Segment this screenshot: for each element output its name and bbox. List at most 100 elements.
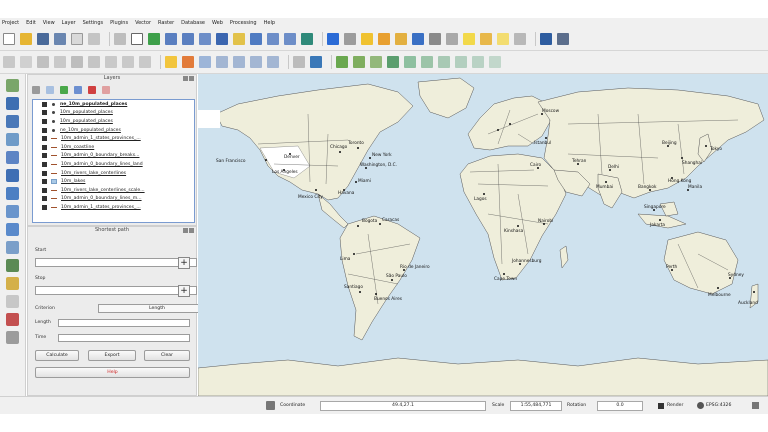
pan-to-selection-icon[interactable] xyxy=(148,32,160,45)
layer-item[interactable]: 10m_admin_0_boundary_breaks... xyxy=(33,152,194,161)
calculate-button[interactable]: Calculate xyxy=(35,350,79,361)
show-bookmarks-icon[interactable] xyxy=(497,32,509,45)
zoom-scale-icon[interactable] xyxy=(199,32,211,45)
measure-icon[interactable] xyxy=(446,32,458,45)
layer-item[interactable]: 10m_coastline xyxy=(33,143,194,152)
layer-item[interactable]: 10m_populated_places xyxy=(33,117,194,126)
show-hide-labels-icon[interactable] xyxy=(267,56,279,68)
add-virtual-layer-icon[interactable] xyxy=(6,295,19,308)
python-plugin-icon[interactable] xyxy=(310,56,322,68)
menu-view[interactable]: View xyxy=(43,20,55,26)
close-panel-icon[interactable] xyxy=(189,228,194,233)
zoom-in-icon[interactable] xyxy=(165,32,177,45)
deselect-icon[interactable] xyxy=(395,32,407,45)
identify-icon[interactable] xyxy=(327,32,339,45)
layer-visibility-checkbox[interactable] xyxy=(42,179,47,185)
layer-visibility-checkbox[interactable] xyxy=(42,170,47,176)
menu-raster[interactable]: Raster xyxy=(158,20,174,26)
new-print-layout-icon[interactable] xyxy=(71,32,83,45)
network-tool-3-icon[interactable] xyxy=(370,56,382,68)
menu-database[interactable]: Database xyxy=(181,20,205,26)
select-features-icon[interactable] xyxy=(361,32,373,45)
menu-settings[interactable]: Settings xyxy=(83,20,104,26)
add-gps-icon[interactable] xyxy=(6,313,19,326)
add-wfs-layer-icon[interactable] xyxy=(6,331,19,344)
map-tips-icon[interactable] xyxy=(463,32,475,45)
collapse-all-icon[interactable] xyxy=(88,85,96,94)
network-tool-4-icon[interactable] xyxy=(387,56,399,68)
node-tool-icon[interactable] xyxy=(88,56,100,68)
menu-edit[interactable]: Edit xyxy=(26,20,36,26)
layer-item[interactable]: 10m_rivers_lake_centerlines_scale... xyxy=(33,186,194,195)
layout-manager-icon[interactable] xyxy=(88,32,100,45)
menu-web[interactable]: Web xyxy=(212,20,223,26)
zoom-selection-icon[interactable] xyxy=(233,32,245,45)
zoom-next-icon[interactable] xyxy=(284,32,296,45)
expand-all-icon[interactable] xyxy=(74,85,82,94)
rotate-label-icon[interactable] xyxy=(233,56,245,68)
layer-visibility-checkbox[interactable] xyxy=(42,187,47,193)
menu-plugins[interactable]: Plugins xyxy=(110,20,128,26)
python-console-icon[interactable] xyxy=(540,32,552,45)
layer-item[interactable]: 10m_admin_0_boundary_lines_m... xyxy=(33,195,194,204)
network-tool-2-icon[interactable] xyxy=(353,56,365,68)
rotation-field[interactable]: 0.0 xyxy=(597,401,643,411)
layer-item[interactable]: ne_10m_populated_places xyxy=(33,126,194,135)
menu-processing[interactable]: Processing xyxy=(230,20,257,26)
open-styling-icon[interactable] xyxy=(32,85,40,94)
add-oracle-icon[interactable] xyxy=(6,169,19,182)
add-mssql-icon[interactable] xyxy=(6,151,19,164)
layer-visibility-checkbox[interactable] xyxy=(42,127,47,133)
zoom-last-icon[interactable] xyxy=(267,32,279,45)
add-vector-icon[interactable] xyxy=(6,79,19,92)
highlight-labels-icon[interactable] xyxy=(199,56,211,68)
add-delimited-text-icon[interactable] xyxy=(6,241,19,254)
new-project-icon[interactable] xyxy=(3,32,15,45)
float-panel-icon[interactable] xyxy=(183,228,188,233)
layer-item[interactable]: 10m_admin_1_states_provinces_... xyxy=(33,134,194,143)
crs-globe-icon[interactable] xyxy=(697,402,704,409)
crs-label[interactable]: EPSG:4326 xyxy=(706,403,731,408)
new-spatialite-layer-icon[interactable] xyxy=(6,277,19,290)
network-tool-7-icon[interactable] xyxy=(438,56,450,68)
close-panel-icon[interactable] xyxy=(189,76,194,81)
run-feature-action-icon[interactable] xyxy=(344,32,356,45)
layer-item[interactable]: 10m_admin_0_boundary_lines_land xyxy=(33,160,194,169)
network-tool-1-icon[interactable] xyxy=(336,56,348,68)
copy-features-icon[interactable] xyxy=(139,56,151,68)
move-feature-icon[interactable] xyxy=(71,56,83,68)
add-spatialite-icon[interactable] xyxy=(6,133,19,146)
text-annotation-icon[interactable] xyxy=(514,32,526,45)
world-map[interactable]: San Francisco Denver Los Angeles Chicago… xyxy=(198,74,768,396)
select-by-value-icon[interactable] xyxy=(378,32,390,45)
save-edits-icon[interactable] xyxy=(37,56,49,68)
help-button[interactable]: Help xyxy=(35,367,190,378)
layer-visibility-checkbox[interactable] xyxy=(42,110,47,116)
new-shapefile-icon[interactable] xyxy=(6,259,19,272)
layer-item[interactable]: 10m_admin_1_states_provinces_... xyxy=(33,203,194,212)
add-raster-icon[interactable] xyxy=(6,97,19,110)
add-vector-layer-icon[interactable] xyxy=(293,56,305,68)
help-pointer-icon[interactable] xyxy=(557,32,569,45)
clear-button[interactable]: Clear xyxy=(144,350,190,361)
length-value-field[interactable] xyxy=(58,319,190,327)
layer-visibility-checkbox[interactable] xyxy=(42,196,47,202)
capture-stop-button[interactable]: + xyxy=(178,285,190,297)
map-canvas[interactable]: San Francisco Denver Los Angeles Chicago… xyxy=(198,74,768,396)
zoom-layer-icon[interactable] xyxy=(250,32,262,45)
pan-icon[interactable] xyxy=(131,32,143,45)
refresh-icon[interactable] xyxy=(301,32,313,45)
layer-visibility-checkbox[interactable] xyxy=(42,161,47,167)
layer-item[interactable]: 10m_rivers_lake_centerlines xyxy=(33,169,194,178)
layer-visibility-checkbox[interactable] xyxy=(42,101,47,107)
pin-labels-icon[interactable] xyxy=(182,56,194,68)
network-tool-10-icon[interactable] xyxy=(489,56,501,68)
layer-visibility-checkbox[interactable] xyxy=(42,204,47,210)
current-edits-icon[interactable] xyxy=(20,56,32,68)
menu-help[interactable]: Help xyxy=(264,20,275,26)
export-button[interactable]: Export xyxy=(88,350,136,361)
field-calculator-icon[interactable] xyxy=(429,32,441,45)
menu-project[interactable]: Project xyxy=(2,20,19,26)
delete-selected-icon[interactable] xyxy=(105,56,117,68)
touch-zoom-icon[interactable] xyxy=(114,32,126,45)
